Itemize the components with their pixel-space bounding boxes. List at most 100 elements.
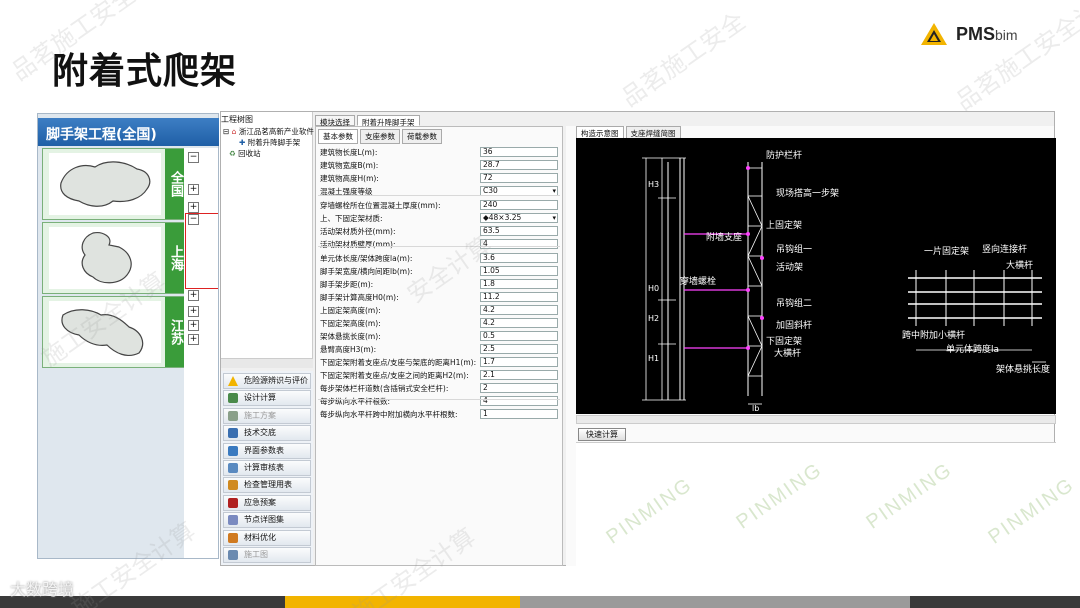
nav-button-label: 节点详图集: [244, 515, 284, 525]
param-row: 上、下固定架材质: ◆48×3.25: [320, 213, 560, 224]
nav-button[interactable]: 施工方案: [223, 407, 311, 424]
param-label: 每步纵向水平杆根数:: [320, 397, 391, 406]
param-input[interactable]: 240: [480, 200, 558, 210]
plus-icon: ✚: [239, 138, 246, 147]
drawing-label: 上固定架: [766, 221, 803, 231]
param-label: 架体悬挑长度(m):: [320, 332, 381, 341]
tree-expand-toggle[interactable]: +: [188, 334, 199, 345]
nav-button[interactable]: 设计计算: [223, 390, 311, 407]
tab-module-select[interactable]: 模块选择: [315, 115, 355, 127]
param-label: 脚手架宽度/横向间距lb(m):: [320, 267, 413, 276]
param-input[interactable]: 2.5: [480, 344, 558, 354]
tree-horizontal-scrollbar[interactable]: [221, 358, 313, 368]
param-label: 建筑物宽度B(m):: [320, 161, 379, 170]
nav-button[interactable]: 危险源辨识与评价: [223, 373, 311, 389]
param-input[interactable]: 1: [480, 409, 558, 419]
param-row: 活动架材质外径(mm): 63.5: [320, 226, 560, 237]
param-label: 下固定架高度(m):: [320, 319, 381, 328]
param-row: 每步纵向水平杆根数: 4: [320, 396, 560, 407]
param-input[interactable]: 4.2: [480, 305, 558, 315]
document-icon: [228, 410, 238, 421]
param-row: 下固定架附着支座点/支座与架底的距离H1(m): 1.7: [320, 357, 560, 368]
pms-logo-icon: [921, 23, 947, 45]
china-map-icon: [49, 153, 161, 215]
param-row: 下固定架附着支座点/支座之间的距离H2(m): 2.1: [320, 370, 560, 381]
tree-expand-toggle[interactable]: +: [188, 290, 199, 301]
bottom-bar-segment: [520, 596, 910, 608]
nav-button-label: 技术交底: [244, 428, 276, 438]
param-label: 建筑物高度H(m):: [320, 174, 379, 183]
param-label: 穿墙螺栓所在位置混凝土厚度(mm):: [320, 201, 441, 210]
param-input[interactable]: 1.7: [480, 357, 558, 367]
home-icon: ⌂: [231, 127, 237, 136]
param-label: 每步纵向水平杆跨中附加横向水平杆根数:: [320, 410, 458, 419]
warning-icon: [228, 376, 238, 386]
nav-button-label: 危险源辨识与评价: [244, 376, 308, 385]
tree-root-item[interactable]: ⊟ ⌂ 浙江品茗高新产业软件: [223, 126, 314, 137]
param-input[interactable]: 3.6: [480, 253, 558, 263]
nav-button[interactable]: 检查管理用表: [223, 477, 311, 494]
param-input[interactable]: 1.8: [480, 279, 558, 289]
tab-basic-params[interactable]: 基本参数: [318, 129, 358, 144]
tab-load-params[interactable]: 荷载参数: [402, 129, 442, 144]
nav-button[interactable]: 施工图: [223, 547, 311, 563]
module-nav-pane: 危险源辨识与评价设计计算施工方案技术交底界面参数表 计算审核表 检查管理用表 应急预案…: [221, 371, 313, 565]
param-separator: [318, 246, 560, 247]
param-select[interactable]: ◆48×3.25: [480, 213, 558, 223]
param-input[interactable]: 4: [480, 239, 558, 249]
param-input[interactable]: 1.05: [480, 266, 558, 276]
param-label: 脚手架计算高度H0(m):: [320, 293, 399, 302]
tree-expand-toggle[interactable]: +: [188, 202, 199, 213]
param-input[interactable]: 11.2: [480, 292, 558, 302]
tree-child-item[interactable]: ✚ 附着升降脚手架: [239, 137, 300, 148]
selection-highlight: [185, 213, 218, 289]
diagram-horizontal-scrollbar[interactable]: [576, 415, 1056, 424]
param-row: 脚手架宽度/横向间距lb(m): 1.05: [320, 266, 560, 277]
pms-logo: PMSbim: [920, 20, 1045, 48]
param-input[interactable]: 36: [480, 147, 558, 157]
drawing-label: 附墙支座: [706, 233, 743, 243]
bottom-bar-segment: [285, 596, 520, 608]
drawing-label: 一片固定架: [924, 247, 970, 257]
param-row: 架体悬挑长度(m): 0.5: [320, 331, 560, 342]
drawing-label: 单元体跨度la: [946, 345, 1000, 355]
tree-expand-toggle[interactable]: +: [188, 320, 199, 331]
param-input[interactable]: 28.7: [480, 160, 558, 170]
param-input[interactable]: 0.5: [480, 331, 558, 341]
nav-button[interactable]: 计算审核表: [223, 460, 311, 476]
param-row: 下固定架高度(m): 4.2: [320, 318, 560, 329]
param-input[interactable]: 72: [480, 173, 558, 183]
param-label: 每步架体栏杆道数(含插销式安全栏杆):: [320, 384, 449, 393]
param-input[interactable]: 2: [480, 383, 558, 393]
nav-button[interactable]: 界面参数表: [223, 442, 311, 459]
calculator-icon: [228, 393, 238, 404]
tab-support-params[interactable]: 支座参数: [360, 129, 400, 144]
drawing-label: 活动架: [776, 263, 804, 273]
nav-button[interactable]: 技术交底: [223, 425, 311, 442]
param-input[interactable]: 4: [480, 396, 558, 406]
nav-button-label: 材料优化: [244, 532, 276, 542]
checklist-icon: [228, 463, 238, 473]
nav-button-label: 施工方案: [244, 410, 276, 420]
nav-button[interactable]: 材料优化: [223, 529, 311, 546]
param-separator: [318, 195, 560, 196]
watermark-text: 品茗施工安全: [616, 6, 751, 113]
param-row: 脚手架步距(m): 1.8: [320, 279, 560, 290]
nav-button[interactable]: 节点详图集: [223, 512, 311, 529]
shanghai-map-icon: [49, 227, 161, 289]
param-label: 上、下固定架材质:: [320, 214, 383, 223]
tab-attached-scaffold[interactable]: 附着升降脚手架: [357, 115, 420, 127]
tree-expand-toggle[interactable]: +: [188, 184, 199, 195]
logo-text: PMSbim: [956, 24, 1018, 44]
tree-collapse-toggle[interactable]: −: [188, 152, 199, 163]
tree-recycle-item[interactable]: ♻ 回收站: [229, 148, 261, 159]
dimension-label: H2: [648, 314, 660, 323]
quick-calc-button[interactable]: 快速计算: [578, 428, 626, 441]
param-input[interactable]: 2.1: [480, 370, 558, 380]
tree-expand-toggle[interactable]: +: [188, 306, 199, 317]
drawing-label: 加固斜杆: [776, 321, 813, 331]
project-tree-strip: − + + − + + + +: [184, 148, 218, 558]
param-input[interactable]: 4.2: [480, 318, 558, 328]
nav-button[interactable]: 应急预案: [223, 494, 311, 511]
param-input[interactable]: 63.5: [480, 226, 558, 236]
